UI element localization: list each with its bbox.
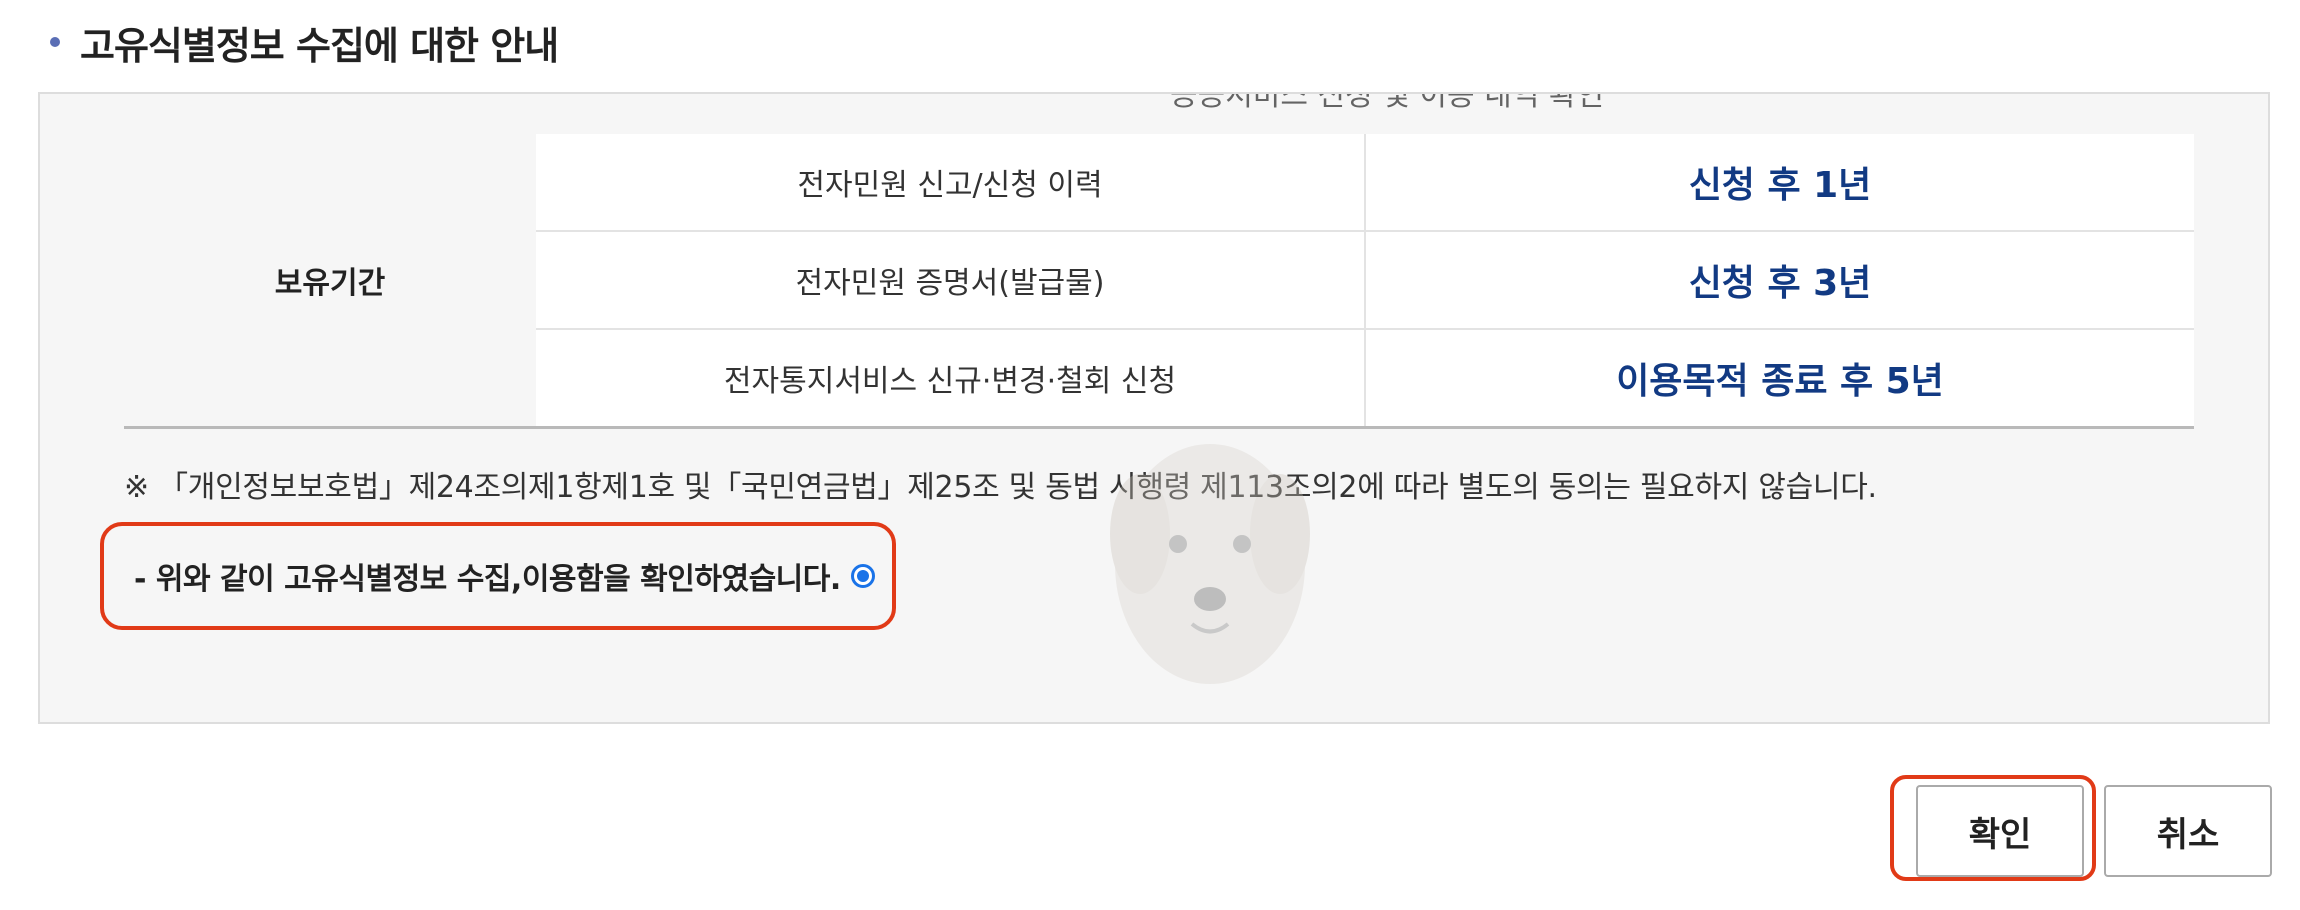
confirm-button[interactable]: 확인 <box>1916 785 2084 877</box>
table-cell-period: 신청 후 1년 <box>1365 134 2194 232</box>
table-cell-item: 전자민원 증명서(발급물) <box>536 231 1366 330</box>
section-header: 고유식별정보 수집에 대한 안내 <box>44 12 559 72</box>
retention-label: 보유기간 <box>124 134 536 429</box>
section-title: 고유식별정보 수집에 대한 안내 <box>80 23 559 68</box>
puppy-watermark-icon <box>1110 444 1310 684</box>
confirm-agreement-row[interactable]: - 위와 같이 고유식별정보 수집,이용함을 확인하였습니다. <box>100 522 896 630</box>
confirm-text: - 위와 같이 고유식별정보 수집,이용함을 확인하였습니다. <box>134 562 841 597</box>
info-panel: 공공서비스 신청 및 이용 내역 확인 보유기간 전자민원 신고/신청 이력 신… <box>38 92 2270 724</box>
legal-note: ※ 「개인정보보호법」제24조의제1항제1호 및「국민연금법」제25조 및 동법… <box>124 470 1877 505</box>
radio-selected-dot <box>856 570 869 582</box>
bullet-icon <box>50 37 60 47</box>
cancel-button[interactable]: 취소 <box>2104 785 2272 877</box>
table-cell-item: 전자민원 신고/신청 이력 <box>536 134 1366 232</box>
cut-off-text: 공공서비스 신청 및 이용 내역 확인 <box>1170 92 1605 113</box>
table-cell-period: 이용목적 종료 후 5년 <box>1365 329 2194 429</box>
confirm-radio[interactable] <box>850 564 875 588</box>
table-row: 보유기간 전자민원 신고/신청 이력 신청 후 1년 <box>124 134 2194 429</box>
table-cell-item: 전자통지서비스 신규·변경·철회 신청 <box>536 329 1366 429</box>
table-cell-period: 신청 후 3년 <box>1365 231 2194 330</box>
retention-table: 보유기간 전자민원 신고/신청 이력 신청 후 1년 전자민원 증명서(발급물)… <box>124 134 2194 429</box>
